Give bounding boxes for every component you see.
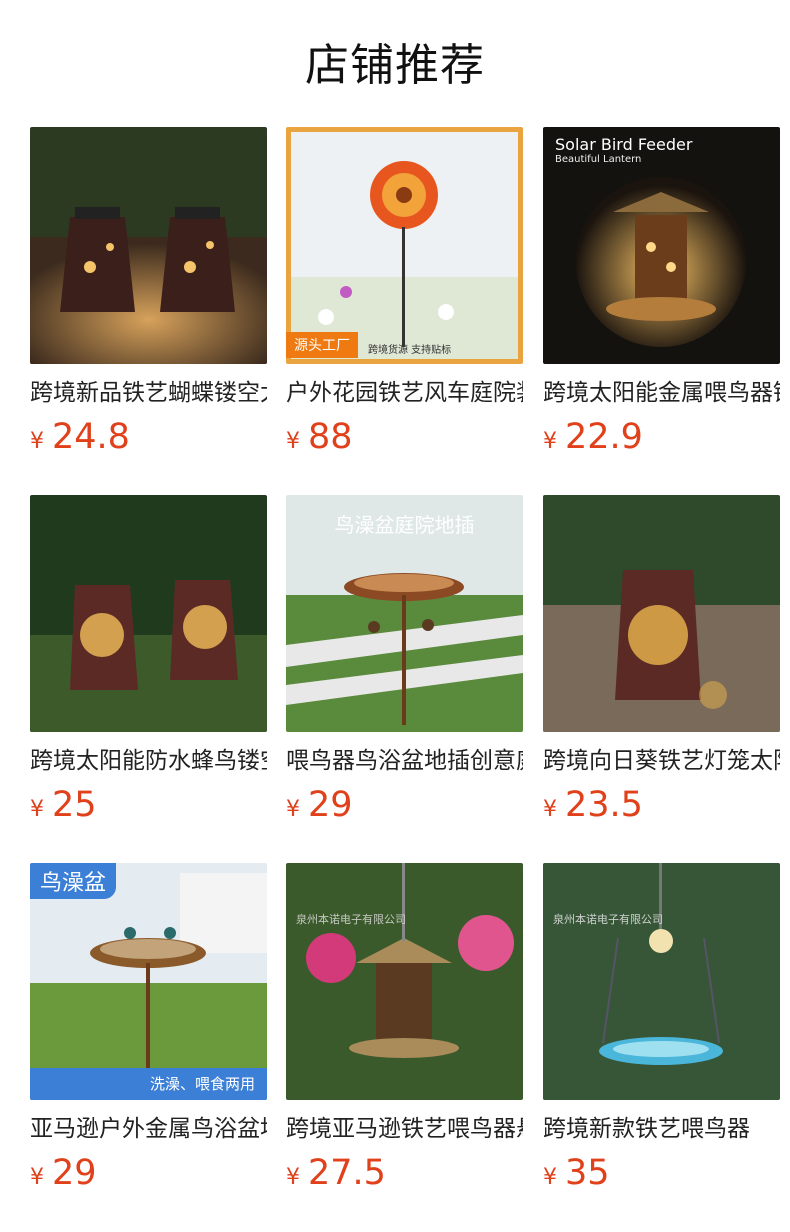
product-image[interactable]: 泉州本诺电子有限公司 — [286, 863, 523, 1100]
product-image[interactable]: Solar Bird Feeder Beautiful Lantern — [543, 127, 780, 364]
image-overlay-bottom: 洗澡、喂食两用 — [149, 1075, 255, 1093]
image-overlay-title: 鸟澡盆庭院地插 — [334, 513, 475, 537]
product-card[interactable]: 源头工厂 跨境货源 支持贴标 户外花园铁艺风车庭院装饰插地 ¥88 — [286, 127, 523, 457]
product-name[interactable]: 跨境太阳能金属喂鸟器镂空灯 — [543, 376, 780, 410]
image-overlay-subtitle: Beautiful Lantern — [555, 154, 642, 165]
product-image[interactable]: 源头工厂 跨境货源 支持贴标 — [286, 127, 523, 364]
price: ¥29 — [30, 1151, 97, 1195]
factory-badge: 源头工厂 — [286, 332, 358, 358]
price: ¥22.9 — [543, 415, 643, 459]
product-name[interactable]: 户外花园铁艺风车庭院装饰插地 — [286, 376, 523, 410]
image-tag: 跨境货源 支持贴标 — [368, 345, 452, 356]
currency-symbol: ¥ — [30, 797, 44, 822]
product-card[interactable]: 跨境新品铁艺蝴蝶镂空太阳能灯 ¥24.8 — [30, 127, 267, 457]
currency-symbol: ¥ — [543, 1165, 557, 1190]
product-image[interactable] — [30, 495, 267, 732]
currency-symbol: ¥ — [30, 429, 44, 454]
price: ¥24.8 — [30, 415, 130, 459]
product-card[interactable]: Solar Bird Feeder Beautiful Lantern 跨境太阳… — [543, 127, 780, 457]
product-card[interactable]: 泉州本诺电子有限公司 跨境新款铁艺喂鸟器 ¥35 — [543, 863, 780, 1193]
price-value: 88 — [308, 417, 353, 457]
price: ¥88 — [286, 415, 353, 459]
product-card[interactable]: 鸟澡盆庭院地插 喂鸟器鸟浴盆地插创意庭院 ¥29 — [286, 495, 523, 825]
price: ¥35 — [543, 1151, 610, 1195]
product-card[interactable]: 泉州本诺电子有限公司 跨境亚马逊铁艺喂鸟器悬挂 ¥27.5 — [286, 863, 523, 1193]
product-card[interactable]: 鸟澡盆 洗澡、喂食两用 亚马逊户外金属鸟浴盆地插 ¥29 — [30, 863, 267, 1193]
image-overlay-title: Solar Bird Feeder — [555, 135, 693, 154]
product-card[interactable]: 跨境太阳能防水蜂鸟镂空灯笼 ¥25 — [30, 495, 267, 825]
product-name[interactable]: 喂鸟器鸟浴盆地插创意庭院 — [286, 744, 523, 778]
product-image[interactable]: 鸟澡盆 洗澡、喂食两用 — [30, 863, 267, 1100]
currency-symbol: ¥ — [286, 797, 300, 822]
price: ¥27.5 — [286, 1151, 386, 1195]
image-watermark: 泉州本诺电子有限公司 — [296, 913, 406, 926]
product-image[interactable]: 鸟澡盆庭院地插 — [286, 495, 523, 732]
price: ¥23.5 — [543, 783, 643, 827]
price-value: 22.9 — [565, 417, 643, 457]
product-name[interactable]: 跨境新款铁艺喂鸟器 — [543, 1112, 780, 1146]
product-name[interactable]: 跨境新品铁艺蝴蝶镂空太阳能灯 — [30, 376, 267, 410]
product-image[interactable] — [543, 495, 780, 732]
product-image[interactable] — [30, 127, 267, 364]
currency-symbol: ¥ — [286, 1165, 300, 1190]
price-value: 35 — [565, 1153, 610, 1193]
product-name[interactable]: 跨境亚马逊铁艺喂鸟器悬挂 — [286, 1112, 523, 1146]
image-overlay-title: 鸟澡盆 — [30, 863, 117, 899]
product-name[interactable]: 亚马逊户外金属鸟浴盆地插 — [30, 1112, 267, 1146]
product-image[interactable]: 泉州本诺电子有限公司 — [543, 863, 780, 1100]
product-name[interactable]: 跨境向日葵铁艺灯笼太阳能 — [543, 744, 780, 778]
price: ¥25 — [30, 783, 97, 827]
section-title: 店铺推荐 — [305, 40, 485, 91]
price: ¥29 — [286, 783, 353, 827]
image-watermark: 泉州本诺电子有限公司 — [553, 913, 663, 926]
product-card[interactable]: 跨境向日葵铁艺灯笼太阳能 ¥23.5 — [543, 495, 780, 825]
price-value: 25 — [52, 785, 97, 825]
price-value: 23.5 — [565, 785, 643, 825]
currency-symbol: ¥ — [543, 429, 557, 454]
currency-symbol: ¥ — [30, 1165, 44, 1190]
price-value: 27.5 — [308, 1153, 386, 1193]
price-value: 29 — [308, 785, 353, 825]
currency-symbol: ¥ — [543, 797, 557, 822]
currency-symbol: ¥ — [286, 429, 300, 454]
product-name[interactable]: 跨境太阳能防水蜂鸟镂空灯笼 — [30, 744, 267, 778]
price-value: 29 — [52, 1153, 97, 1193]
price-value: 24.8 — [52, 417, 130, 457]
